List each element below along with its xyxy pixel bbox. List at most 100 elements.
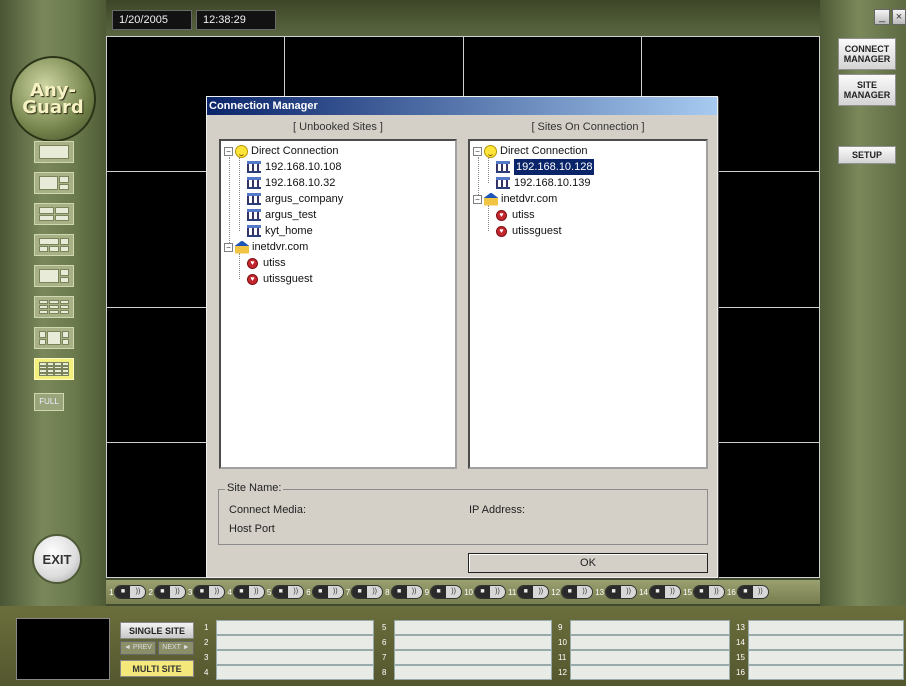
camera-icon[interactable]: ■ bbox=[606, 586, 622, 598]
channel-item[interactable]: 7 ■)) bbox=[346, 585, 384, 599]
channel-toggle[interactable]: ■)) bbox=[193, 585, 226, 599]
layout-3x3-button[interactable] bbox=[34, 296, 74, 318]
layout-4x4-button[interactable] bbox=[34, 358, 74, 380]
connect-manager-button[interactable]: CONNECT MANAGER bbox=[838, 38, 896, 70]
camera-icon[interactable]: ■ bbox=[562, 586, 578, 598]
channel-item[interactable]: 16 ■)) bbox=[727, 585, 769, 599]
channel-toggle[interactable]: ■)) bbox=[517, 585, 550, 599]
unbooked-sites-tree[interactable]: − Direct Connection 192.168.10.108 192.16… bbox=[219, 139, 457, 469]
tree-node-site[interactable]: argus_test bbox=[247, 207, 316, 223]
audio-icon[interactable]: )) bbox=[288, 586, 304, 598]
tree-node-site[interactable]: ♥ utissguest bbox=[247, 271, 313, 287]
audio-icon[interactable]: )) bbox=[621, 586, 637, 598]
collapse-icon[interactable]: − bbox=[473, 194, 482, 204]
tree-node-direct-connection[interactable]: − Direct Connection bbox=[473, 143, 587, 159]
channel-toggle[interactable]: ■)) bbox=[311, 585, 344, 599]
ok-button[interactable]: OK bbox=[468, 553, 708, 573]
layout-1plus12-button[interactable] bbox=[34, 327, 74, 349]
channel-item[interactable]: 4 ■)) bbox=[227, 585, 265, 599]
collapse-icon[interactable]: − bbox=[224, 242, 233, 252]
tree-node-site[interactable]: 192.168.10.139 bbox=[496, 175, 590, 191]
site-slot[interactable] bbox=[394, 635, 552, 650]
collapse-icon[interactable]: − bbox=[473, 146, 482, 156]
dialog-title[interactable]: Connection Manager bbox=[207, 97, 717, 115]
camera-icon[interactable]: ■ bbox=[737, 586, 753, 598]
audio-icon[interactable]: )) bbox=[209, 586, 225, 598]
tree-node-site[interactable]: ♥ utissguest bbox=[496, 223, 562, 239]
audio-icon[interactable]: )) bbox=[708, 586, 724, 598]
channel-item[interactable]: 15 ■)) bbox=[683, 585, 725, 599]
audio-icon[interactable]: )) bbox=[489, 586, 505, 598]
layout-2x2-button[interactable] bbox=[34, 203, 74, 225]
tree-node-site-selected[interactable]: 192.168.10.128 bbox=[496, 159, 595, 175]
channel-item[interactable]: 2 ■)) bbox=[148, 585, 186, 599]
collapse-icon[interactable]: − bbox=[224, 146, 233, 156]
site-slot[interactable] bbox=[394, 650, 552, 665]
camera-icon[interactable]: ■ bbox=[474, 586, 490, 598]
channel-toggle[interactable]: ■)) bbox=[114, 585, 147, 599]
channel-item[interactable]: 10 ■)) bbox=[464, 585, 506, 599]
channel-toggle[interactable]: ■)) bbox=[605, 585, 638, 599]
channel-toggle[interactable]: ■)) bbox=[649, 585, 682, 599]
audio-icon[interactable]: )) bbox=[533, 586, 549, 598]
site-slot[interactable] bbox=[748, 635, 904, 650]
camera-icon[interactable]: ■ bbox=[194, 586, 210, 598]
camera-icon[interactable]: ■ bbox=[650, 586, 666, 598]
channel-toggle[interactable]: ■)) bbox=[272, 585, 305, 599]
site-slot[interactable] bbox=[394, 620, 552, 635]
sites-on-connection-tree[interactable]: − Direct Connection 192.168.10.128 192.16… bbox=[468, 139, 708, 469]
channel-toggle[interactable]: ■)) bbox=[692, 585, 725, 599]
tree-node-inetdvr[interactable]: − inetdvr.com bbox=[473, 191, 557, 207]
camera-icon[interactable]: ■ bbox=[154, 586, 170, 598]
camera-icon[interactable]: ■ bbox=[115, 586, 131, 598]
multi-site-button[interactable]: MULTI SITE bbox=[120, 660, 194, 677]
channel-toggle[interactable]: ■)) bbox=[390, 585, 423, 599]
site-slot[interactable] bbox=[394, 665, 552, 680]
channel-item[interactable]: 11 ■)) bbox=[508, 585, 550, 599]
audio-icon[interactable]: )) bbox=[406, 586, 422, 598]
audio-icon[interactable]: )) bbox=[665, 586, 681, 598]
audio-icon[interactable]: )) bbox=[577, 586, 593, 598]
channel-toggle[interactable]: ■)) bbox=[561, 585, 594, 599]
camera-icon[interactable]: ■ bbox=[431, 586, 447, 598]
channel-toggle[interactable]: ■)) bbox=[153, 585, 186, 599]
site-slot[interactable] bbox=[216, 620, 374, 635]
audio-icon[interactable]: )) bbox=[367, 586, 383, 598]
channel-item[interactable]: 14 ■)) bbox=[639, 585, 682, 599]
site-slot[interactable] bbox=[748, 620, 904, 635]
audio-icon[interactable]: )) bbox=[248, 586, 264, 598]
site-slot[interactable] bbox=[570, 650, 730, 665]
tree-node-direct-connection[interactable]: − Direct Connection bbox=[224, 143, 338, 159]
site-slot[interactable] bbox=[570, 635, 730, 650]
channel-item[interactable]: 6 ■)) bbox=[306, 585, 344, 599]
channel-item[interactable]: 8 ■)) bbox=[385, 585, 423, 599]
prev-button[interactable]: ◄ PREV bbox=[120, 641, 156, 655]
layout-1plus3-button[interactable] bbox=[34, 172, 74, 194]
channel-item[interactable]: 9 ■)) bbox=[425, 585, 463, 599]
camera-icon[interactable]: ■ bbox=[352, 586, 368, 598]
tree-node-site[interactable]: kyt_home bbox=[247, 223, 313, 239]
channel-toggle[interactable]: ■)) bbox=[473, 585, 506, 599]
tree-node-site[interactable]: 192.168.10.108 bbox=[247, 159, 341, 175]
single-site-button[interactable]: SINGLE SITE bbox=[120, 622, 194, 639]
tree-node-site[interactable]: ♥ utiss bbox=[247, 255, 286, 271]
site-manager-button[interactable]: SITE MANAGER bbox=[838, 74, 896, 106]
close-button[interactable]: × bbox=[892, 9, 906, 25]
site-slot[interactable] bbox=[216, 650, 374, 665]
channel-item[interactable]: 1 ■)) bbox=[109, 585, 147, 599]
channel-item[interactable]: 5 ■)) bbox=[267, 585, 305, 599]
channel-toggle[interactable]: ■)) bbox=[430, 585, 463, 599]
audio-icon[interactable]: )) bbox=[446, 586, 462, 598]
audio-icon[interactable]: )) bbox=[169, 586, 185, 598]
layout-1plus5-button[interactable] bbox=[34, 234, 74, 256]
site-slot[interactable] bbox=[570, 620, 730, 635]
channel-toggle[interactable]: ■)) bbox=[232, 585, 265, 599]
tree-node-site[interactable]: argus_company bbox=[247, 191, 343, 207]
site-slot[interactable] bbox=[216, 665, 374, 680]
tree-node-site[interactable]: ♥ utiss bbox=[496, 207, 535, 223]
camera-icon[interactable]: ■ bbox=[273, 586, 289, 598]
minimize-button[interactable]: _ bbox=[874, 9, 890, 25]
camera-icon[interactable]: ■ bbox=[312, 586, 328, 598]
channel-toggle[interactable]: ■)) bbox=[351, 585, 384, 599]
tree-node-site[interactable]: 192.168.10.32 bbox=[247, 175, 335, 191]
